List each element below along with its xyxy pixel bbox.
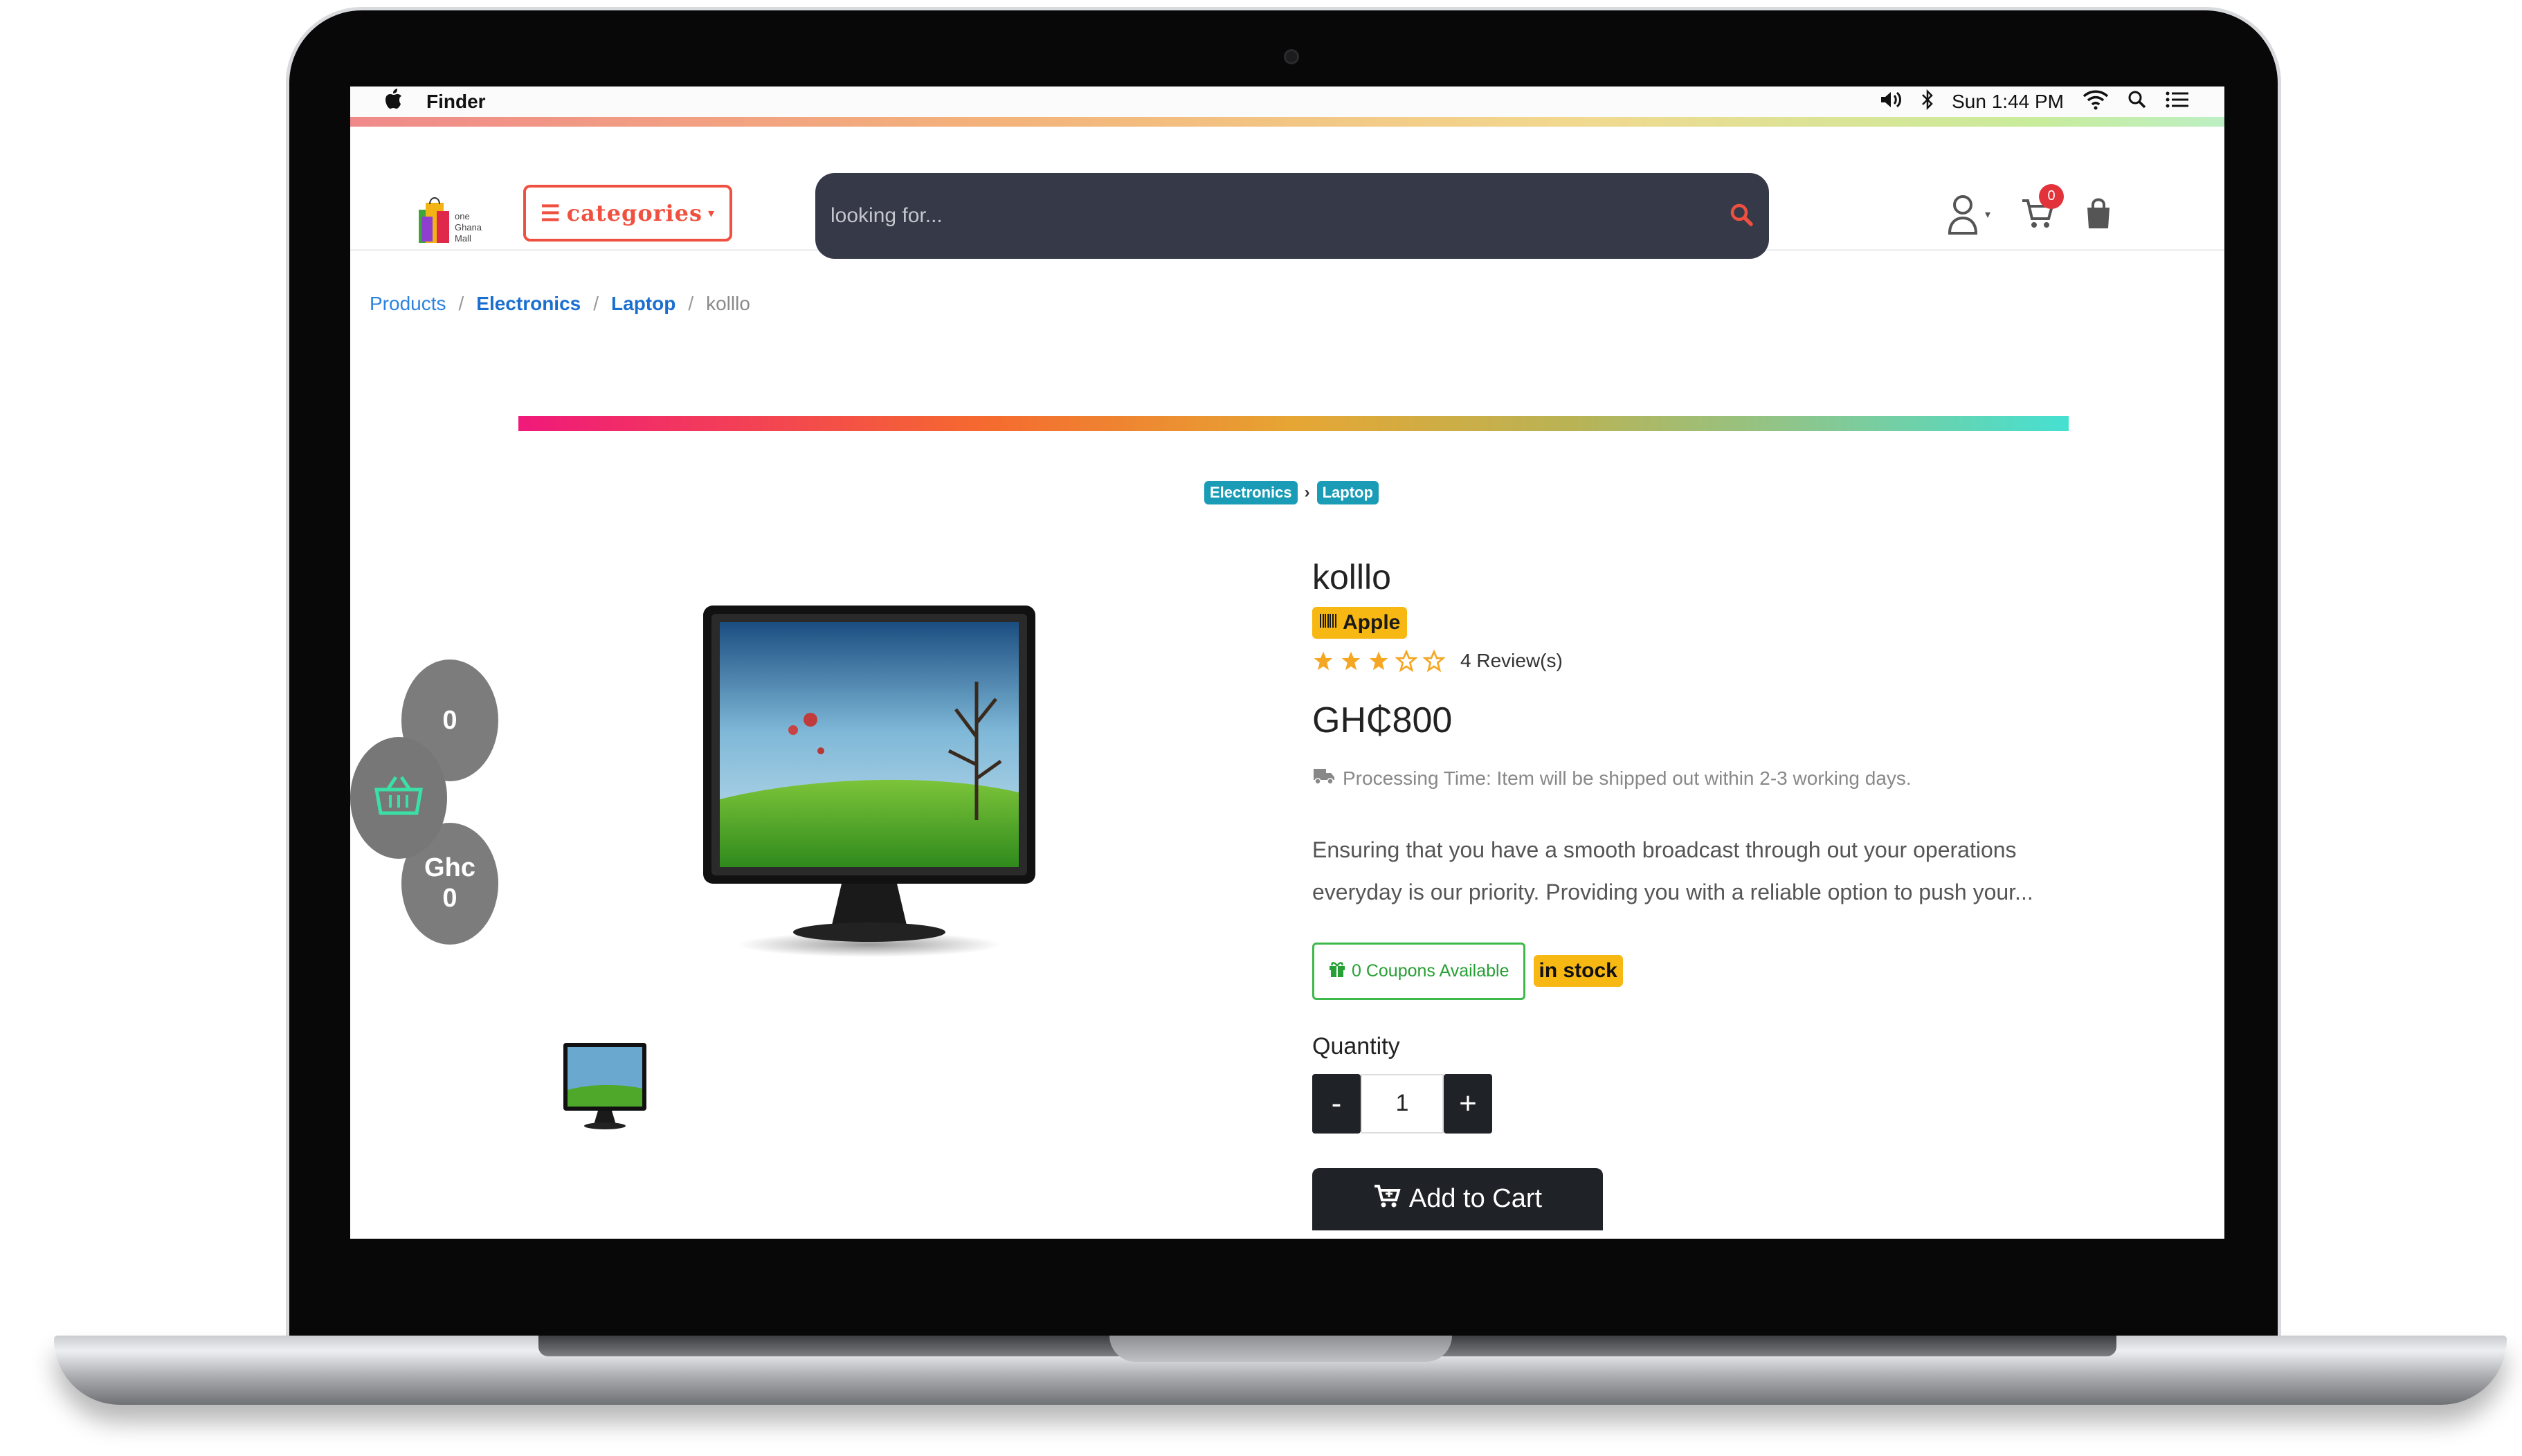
macos-menubar: Finder Sun 1:44 PM xyxy=(350,87,2224,117)
app-name[interactable]: Finder xyxy=(426,91,486,113)
basket-icon xyxy=(374,773,424,823)
brand-name: Apple xyxy=(1343,611,1401,634)
cart-count-badge: 0 xyxy=(2039,183,2065,209)
star-filled-icon xyxy=(1369,651,1388,671)
tag-laptop[interactable]: Laptop xyxy=(1316,481,1379,504)
processing-text: Processing Time: Item will be shipped ou… xyxy=(1343,767,1912,789)
clock[interactable]: Sun 1:44 PM xyxy=(1952,91,2064,113)
stock-badge: in stock xyxy=(1533,955,1623,988)
star-filled-icon xyxy=(1341,651,1361,671)
product-thumbnail[interactable] xyxy=(562,1041,648,1131)
quantity-label: Quantity xyxy=(1312,1032,1400,1059)
processing-time: Processing Time: Item will be shipped ou… xyxy=(1312,766,2115,790)
notification-center-icon[interactable] xyxy=(2165,90,2190,114)
gift-icon xyxy=(1328,960,1346,983)
product-info: kolllo Apple 4 Review(s) GH₵800 Processi… xyxy=(1312,557,2115,1230)
quantity-input[interactable]: 1 xyxy=(1361,1073,1444,1134)
site-logo[interactable]: one Ghana Mall xyxy=(416,189,485,247)
top-gradient-strip xyxy=(350,117,2224,127)
star-empty-icon xyxy=(1395,650,1417,672)
laptop-frame: Finder Sun 1:44 PM one Ghana Mall ☰ cate… xyxy=(286,7,2281,1339)
categories-button[interactable]: ☰ categories ▾ xyxy=(523,185,732,242)
shopping-bag-icon[interactable] xyxy=(2085,197,2112,233)
floating-cart-button[interactable] xyxy=(350,737,447,859)
search-bar xyxy=(815,173,1769,259)
categories-label: categories xyxy=(566,200,703,226)
star-filled-icon xyxy=(1314,651,1333,671)
user-account-icon[interactable]: ▾ xyxy=(1948,193,1990,236)
gradient-divider xyxy=(518,416,2069,431)
laptop-notch xyxy=(1109,1336,1452,1362)
breadcrumb-separator: / xyxy=(458,293,464,314)
description-line: everyday is our priority. Providing you … xyxy=(1312,879,2033,904)
barcode-icon xyxy=(1319,611,1337,635)
add-to-cart-button[interactable]: Add to Cart xyxy=(1312,1167,1603,1230)
breadcrumb-separator: / xyxy=(593,293,599,314)
search-input[interactable] xyxy=(831,204,1729,228)
camera-icon xyxy=(1284,49,1299,64)
product-main-image[interactable] xyxy=(696,599,1042,958)
quantity-decrease-button[interactable]: - xyxy=(1312,1073,1361,1134)
quantity-stepper: - 1 + xyxy=(1312,1073,2115,1134)
star-empty-icon xyxy=(1423,650,1445,672)
bluetooth-icon[interactable] xyxy=(1921,89,1934,115)
product-description: Ensuring that you have a smooth broadcas… xyxy=(1312,829,2115,913)
floating-cart-currency: Ghc xyxy=(424,853,475,883)
tag-electronics[interactable]: Electronics xyxy=(1204,481,1298,504)
coupon-stock-row: 0 Coupons Available in stock xyxy=(1312,942,2115,1000)
breadcrumb-electronics[interactable]: Electronics xyxy=(476,293,581,315)
product-rating: 4 Review(s) xyxy=(1312,650,2115,672)
site-header: one Ghana Mall ☰ categories ▾ ▾ xyxy=(350,127,2224,259)
spotlight-search-icon[interactable] xyxy=(2128,90,2147,114)
cart-plus-icon xyxy=(1373,1183,1401,1215)
logo-text-mall: Mall xyxy=(455,233,471,244)
breadcrumb: Products / Electronics / Laptop / kolllo xyxy=(370,293,750,315)
laptop-base xyxy=(54,1336,2507,1405)
category-tags: Electronics › Laptop xyxy=(1204,481,1379,504)
coupons-label: 0 Coupons Available xyxy=(1352,961,1509,981)
caret-down-icon: ▾ xyxy=(708,206,716,221)
hamburger-icon: ☰ xyxy=(540,200,561,226)
add-to-cart-label: Add to Cart xyxy=(1408,1184,1543,1214)
chevron-down-icon: ▾ xyxy=(1985,209,1991,221)
breadcrumb-products[interactable]: Products xyxy=(370,293,446,315)
review-count[interactable]: 4 Review(s) xyxy=(1460,650,1563,672)
chevron-right-icon: › xyxy=(1304,483,1310,502)
breadcrumb-separator: / xyxy=(688,293,694,314)
volume-icon[interactable] xyxy=(1880,90,1903,114)
truck-icon xyxy=(1312,766,1336,790)
floating-cart-total-value: 0 xyxy=(442,884,457,913)
description-line: Ensuring that you have a smooth broadcas… xyxy=(1312,837,2017,862)
logo-text-one: one xyxy=(455,211,470,221)
search-icon[interactable] xyxy=(1729,202,1754,230)
brand-badge[interactable]: Apple xyxy=(1312,607,1408,639)
product-title: kolllo xyxy=(1312,558,1391,597)
cart-icon[interactable]: 0 xyxy=(2021,183,2065,233)
product-price: GH₵800 xyxy=(1312,700,1453,740)
breadcrumb-current: kolllo xyxy=(706,293,750,314)
wifi-icon[interactable] xyxy=(2082,89,2110,115)
header-actions: ▾ 0 xyxy=(1948,183,2112,236)
floating-cart-count-value: 0 xyxy=(442,705,457,735)
apple-icon[interactable] xyxy=(385,89,403,115)
coupons-button[interactable]: 0 Coupons Available xyxy=(1312,942,1525,1000)
logo-text-ghana: Ghana xyxy=(455,222,482,233)
screen: Finder Sun 1:44 PM one Ghana Mall ☰ cate… xyxy=(350,87,2224,1239)
breadcrumb-laptop[interactable]: Laptop xyxy=(611,293,675,315)
quantity-increase-button[interactable]: + xyxy=(1444,1073,1492,1134)
